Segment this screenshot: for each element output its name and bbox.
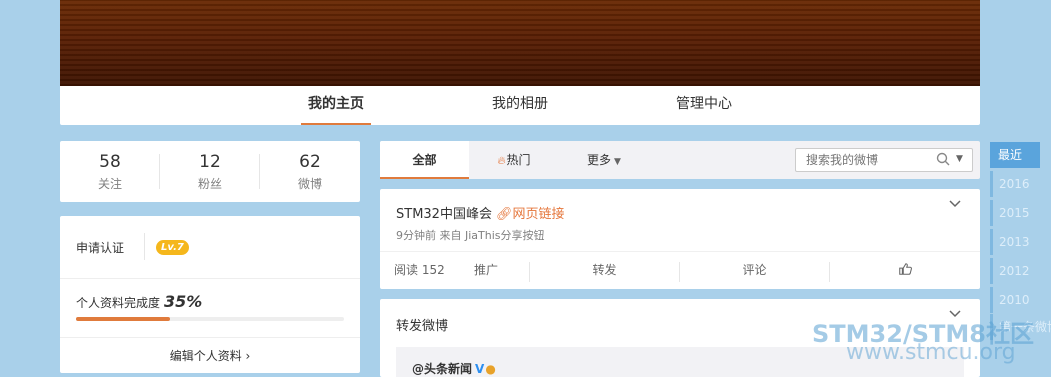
timeline-label: 2016 bbox=[999, 177, 1030, 191]
cover-image bbox=[60, 0, 980, 86]
medal-icon: ● bbox=[485, 362, 496, 376]
stat-label: 关注 bbox=[97, 177, 122, 191]
verified-icon: V bbox=[475, 362, 485, 376]
promote-button[interactable]: 推广 bbox=[470, 252, 502, 290]
profile-card: 申请认证 Lv.7 个人资料完成度 35% 编辑个人资料 › bbox=[60, 216, 360, 373]
timeline-label: 2010 bbox=[999, 293, 1030, 307]
post-meta: 9分钟前 来自 JiaThis分享按钮 bbox=[396, 229, 545, 242]
timeline-2010[interactable]: 2010 bbox=[990, 287, 1051, 313]
stat-value: 12 bbox=[199, 152, 221, 172]
timeline-bar bbox=[990, 200, 993, 226]
flame-icon: 🔥︎ bbox=[497, 154, 506, 167]
completion-label: 个人资料完成度 bbox=[76, 296, 161, 310]
comment-button[interactable]: 评论 bbox=[680, 252, 829, 290]
divider bbox=[60, 337, 360, 338]
tab-my-album[interactable]: 我的相册 bbox=[485, 86, 555, 125]
apply-verify-link[interactable]: 申请认证 bbox=[76, 239, 124, 256]
timeline-bar bbox=[990, 229, 993, 255]
post-menu-chevron-icon[interactable] bbox=[948, 197, 962, 211]
post-title: STM32中国峰会 🔗︎网页链接 bbox=[396, 203, 564, 222]
tab-hot-label: 热门 bbox=[506, 153, 531, 167]
stat-value: 58 bbox=[99, 152, 121, 172]
timeline-2013[interactable]: 2013 bbox=[990, 229, 1051, 255]
divider bbox=[60, 278, 360, 279]
post-actions: 阅读 152 推广 转发 评论 bbox=[380, 251, 980, 289]
search-dropdown-icon[interactable]: ▼ bbox=[956, 154, 963, 164]
like-button[interactable] bbox=[830, 252, 980, 290]
post-card: STM32中国峰会 🔗︎网页链接 9分钟前 来自 JiaThis分享按钮 阅读 1… bbox=[380, 189, 980, 289]
tab-my-home[interactable]: 我的主页 bbox=[301, 86, 371, 125]
repost-button[interactable]: 转发 bbox=[530, 252, 679, 290]
watermark-url: www.stmcu.org bbox=[846, 340, 1016, 365]
link-icon: 🔗︎ bbox=[495, 207, 513, 222]
stat-followers[interactable]: 12 粉丝 bbox=[160, 141, 260, 202]
tab-hot[interactable]: 🔥︎热门 bbox=[488, 141, 540, 179]
thumbs-up-icon bbox=[899, 263, 912, 275]
completion-progress-bar bbox=[76, 317, 344, 321]
stat-following[interactable]: 58 关注 bbox=[60, 141, 160, 202]
repost-title: 转发微博 bbox=[396, 319, 449, 334]
stat-value: 62 bbox=[299, 152, 321, 172]
timeline-bar bbox=[990, 171, 993, 197]
web-link[interactable]: 🔗︎网页链接 bbox=[496, 207, 565, 222]
search-icon[interactable] bbox=[936, 152, 950, 166]
timeline-label: 2013 bbox=[999, 235, 1030, 249]
tab-all[interactable]: 全部 bbox=[380, 141, 469, 179]
level-badge[interactable]: Lv.7 bbox=[156, 240, 189, 255]
timeline-recent[interactable]: 最近 bbox=[990, 142, 1040, 168]
timeline-label: 2015 bbox=[999, 206, 1030, 220]
tab-more-label: 更多 bbox=[587, 153, 612, 167]
timeline-2016[interactable]: 2016 bbox=[990, 171, 1051, 197]
quoted-user-name[interactable]: @头条新闻 bbox=[412, 362, 472, 376]
tab-more[interactable]: 更多 ▼ bbox=[578, 141, 630, 179]
divider bbox=[144, 233, 145, 260]
timeline-bar bbox=[990, 258, 993, 284]
quoted-user: @头条新闻 V● bbox=[412, 360, 496, 377]
stat-label: 粉丝 bbox=[197, 177, 222, 191]
search-input[interactable] bbox=[796, 149, 931, 171]
read-count: 阅读 152 bbox=[394, 263, 445, 277]
timeline-bar bbox=[990, 287, 993, 313]
profile-completion: 个人资料完成度 35% bbox=[76, 292, 202, 311]
timeline-2012[interactable]: 2012 bbox=[990, 258, 1051, 284]
stat-posts[interactable]: 62 微博 bbox=[260, 141, 360, 202]
chevron-down-icon: ▼ bbox=[614, 157, 621, 167]
timeline-2015[interactable]: 2015 bbox=[990, 200, 1051, 226]
timeline-label: 2012 bbox=[999, 264, 1030, 278]
search-box: ▼ bbox=[795, 148, 973, 172]
profile-tab-nav: 我的主页 我的相册 管理中心 bbox=[60, 86, 980, 125]
web-link-label: 网页链接 bbox=[512, 207, 565, 222]
completion-percent: 35% bbox=[164, 292, 203, 311]
stats-card: 58 关注 12 粉丝 62 微博 bbox=[60, 141, 360, 202]
feed-filter-nav: 全部 🔥︎热门 更多▼ ▼ bbox=[380, 141, 980, 179]
edit-profile-link[interactable]: 编辑个人资料 › bbox=[60, 347, 360, 364]
stat-label: 微博 bbox=[297, 177, 322, 191]
tab-admin-center[interactable]: 管理中心 bbox=[669, 86, 739, 125]
post-text: STM32中国峰会 bbox=[396, 207, 492, 222]
completion-progress-fill bbox=[76, 317, 170, 321]
